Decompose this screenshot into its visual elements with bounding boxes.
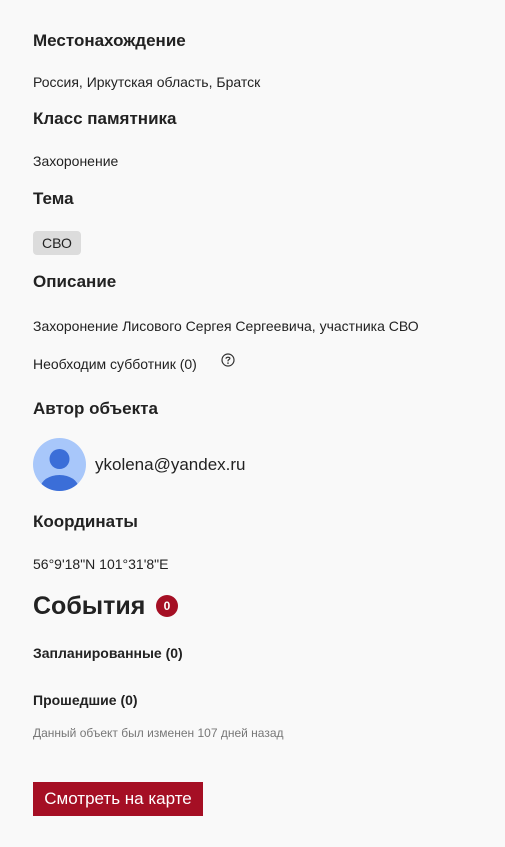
- planned-events-heading[interactable]: Запланированные (0): [33, 644, 183, 662]
- modified-note: Данный объект был изменен 107 дней назад: [33, 726, 284, 740]
- theme-heading: Тема: [33, 189, 74, 208]
- author-email[interactable]: ykolena@yandex.ru: [95, 455, 246, 475]
- subbotnik-label: Необходим субботник (0): [33, 356, 197, 372]
- view-on-map-button[interactable]: Смотреть на карте: [33, 782, 203, 816]
- monument-class-value: Захоронение: [33, 153, 119, 169]
- coordinates-value: 56°9'18"N 101°31'8"E: [33, 556, 169, 572]
- events-title: События: [33, 592, 146, 620]
- events-count-badge: 0: [156, 595, 178, 617]
- description-heading: Описание: [33, 272, 117, 291]
- past-events-heading[interactable]: Прошедшие (0): [33, 691, 138, 709]
- avatar[interactable]: [33, 438, 86, 491]
- coordinates-heading: Координаты: [33, 512, 138, 531]
- location-value: Россия, Иркутская область, Братск: [33, 74, 261, 90]
- description-value: Захоронение Лисового Сергея Сергеевича, …: [33, 318, 419, 334]
- location-heading: Местонахождение: [33, 31, 186, 50]
- author-heading: Автор объекта: [33, 399, 158, 418]
- theme-tag[interactable]: СВО: [33, 231, 81, 255]
- monument-class-heading: Класс памятника: [33, 109, 177, 128]
- help-icon[interactable]: [221, 353, 235, 367]
